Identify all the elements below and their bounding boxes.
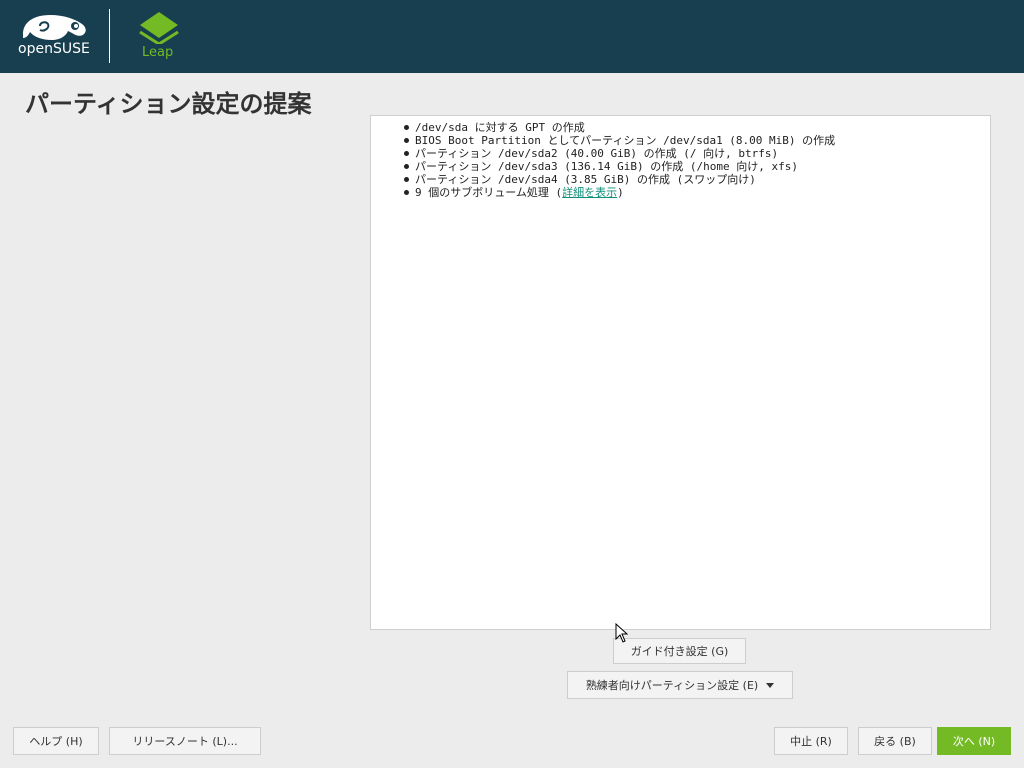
abort-button[interactable]: 中止 (R) — [774, 727, 848, 755]
chevron-down-icon — [766, 682, 775, 688]
proposal-list: /dev/sda に対する GPT の作成 BIOS Boot Partitio… — [371, 116, 990, 199]
logo-divider — [109, 9, 110, 63]
list-item: BIOS Boot Partition としてパーティション /dev/sda1… — [404, 134, 990, 147]
subvolume-suffix: ) — [617, 186, 624, 199]
opensuse-logo: openSUSE — [18, 12, 90, 60]
subvolume-text: 9 個のサブボリューム処理 ( — [415, 186, 563, 199]
brand-logo-text: openSUSE — [18, 41, 90, 57]
release-notes-button[interactable]: リリースノート (L)... — [109, 727, 261, 755]
header-bar: openSUSE Leap — [0, 0, 1024, 73]
chameleon-icon — [23, 15, 86, 40]
leap-diamond-icon — [139, 12, 179, 46]
mouse-cursor-icon — [615, 623, 629, 643]
guided-setup-button[interactable]: ガイド付き設定 (G) — [613, 638, 746, 664]
list-item: パーティション /dev/sda3 (136.14 GiB) の作成 (/hom… — [404, 160, 990, 173]
expert-partitioner-button[interactable]: 熟練者向けパーティション設定 (E) — [567, 671, 793, 699]
product-logo-text: Leap — [142, 45, 174, 60]
back-button[interactable]: 戻る (B) — [858, 727, 932, 755]
show-details-link[interactable]: 詳細を表示 — [562, 186, 617, 199]
list-item: パーティション /dev/sda2 (40.00 GiB) の作成 (/ 向け,… — [404, 147, 990, 160]
list-item: /dev/sda に対する GPT の作成 — [404, 121, 990, 134]
expert-partitioner-label: 熟練者向けパーティション設定 (E) — [585, 679, 759, 692]
leap-logo: Leap — [138, 12, 180, 62]
help-button[interactable]: ヘルプ (H) — [13, 727, 99, 755]
next-button[interactable]: 次へ (N) — [937, 727, 1011, 755]
page-title: パーティション設定の提案 — [25, 90, 312, 118]
list-item-subvolumes: 9 個のサブボリューム処理 (詳細を表示) — [404, 186, 990, 199]
proposal-summary: /dev/sda に対する GPT の作成 BIOS Boot Partitio… — [370, 115, 991, 630]
list-item: パーティション /dev/sda4 (3.85 GiB) の作成 (スワップ向け… — [404, 173, 990, 186]
